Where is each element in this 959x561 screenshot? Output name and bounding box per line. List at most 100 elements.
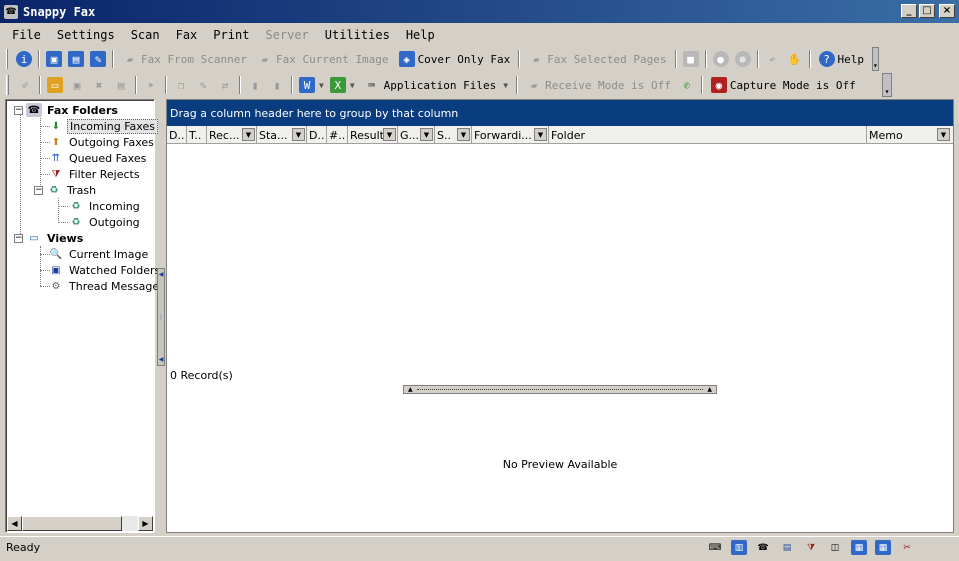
- filter-dropdown-icon[interactable]: ▼: [534, 128, 547, 141]
- tree-item-current-image[interactable]: 🔍 Current Image: [48, 246, 150, 262]
- tree-item-queued-faxes[interactable]: ⇈ Queued Faxes: [48, 150, 148, 166]
- tree-item-trash-outgoing[interactable]: ♻ Outgoing: [68, 214, 142, 230]
- tree-item-filter-rejects[interactable]: ⧩ Filter Rejects: [48, 166, 142, 182]
- print-icon[interactable]: ▤: [113, 77, 129, 93]
- fax-modem-icon[interactable]: ⌨: [707, 540, 723, 555]
- capture-mode-button[interactable]: ◉ Capture Mode is Off: [709, 74, 858, 96]
- column-header[interactable]: Result ▼: [348, 126, 398, 144]
- tree-item-watched-folders[interactable]: ▣ Watched Folders: [48, 262, 162, 278]
- open-folder-icon[interactable]: ▭: [47, 77, 63, 93]
- close-button[interactable]: ×: [939, 4, 955, 18]
- phone-icon[interactable]: ☎: [755, 540, 771, 555]
- menu-server[interactable]: Server: [263, 28, 310, 42]
- menu-utilities[interactable]: Utilities: [323, 28, 392, 42]
- column-header[interactable]: D..: [167, 126, 187, 144]
- column-header[interactable]: S.. ▼: [435, 126, 472, 144]
- scroll-left-icon[interactable]: ◀: [7, 516, 22, 531]
- move-icon[interactable]: ⇄: [217, 77, 233, 93]
- edit-icon[interactable]: ✎: [195, 77, 211, 93]
- word-icon[interactable]: W: [299, 77, 315, 93]
- scroll-thumb[interactable]: [22, 516, 122, 531]
- filter-status-icon[interactable]: ⧩: [803, 540, 819, 555]
- column-header[interactable]: Rec... ▼: [207, 126, 257, 144]
- column-header[interactable]: Sta... ▼: [257, 126, 307, 144]
- delete-icon[interactable]: ✖: [91, 77, 107, 93]
- excel-icon[interactable]: X: [329, 77, 346, 93]
- column-header[interactable]: Folder: [549, 126, 867, 144]
- filter-dropdown-icon[interactable]: ▼: [292, 128, 305, 141]
- fax-current-image-button[interactable]: ▰ Fax Current Image: [255, 48, 391, 70]
- page-icon[interactable]: ▮: [247, 77, 263, 93]
- server-icon[interactable]: ▦: [851, 540, 867, 555]
- box-icon[interactable]: ◫: [827, 540, 843, 555]
- sidebar-splitter[interactable]: ◀ ⋮ ◀: [157, 268, 165, 366]
- maximize-button[interactable]: □: [919, 4, 935, 18]
- word-dropdown-icon[interactable]: ▼: [319, 81, 324, 90]
- menu-settings[interactable]: Settings: [55, 28, 117, 42]
- save-icon[interactable]: ▣: [69, 77, 85, 93]
- title-bar: ☎ Snappy Fax _ □ ×: [0, 0, 959, 23]
- filter-dropdown-icon[interactable]: ▼: [383, 128, 396, 141]
- tree-node-views[interactable]: − ▭ Views: [14, 230, 85, 246]
- forward-icon[interactable]: ➤: [143, 77, 159, 93]
- folder-tree[interactable]: − ☎ Fax Folders ⬇ Incoming Faxes ⬆ Outgo…: [5, 99, 165, 533]
- application-files-button[interactable]: ⌨ Application Files ▼: [361, 74, 510, 96]
- menu-fax[interactable]: Fax: [174, 28, 200, 42]
- document-icon[interactable]: ▤: [779, 540, 795, 555]
- receive-settings-icon[interactable]: ✆: [679, 77, 695, 93]
- toolbar-grip[interactable]: [6, 49, 8, 69]
- menu-scan[interactable]: Scan: [129, 28, 162, 42]
- column-header[interactable]: T..: [187, 126, 207, 144]
- filter-dropdown-icon[interactable]: ▼: [242, 128, 255, 141]
- tree-node-fax-folders[interactable]: − ☎ Fax Folders: [14, 102, 120, 118]
- cover-only-fax-button[interactable]: ◈ Cover Only Fax: [397, 48, 513, 70]
- menu-help[interactable]: Help: [404, 28, 437, 42]
- group-by-bar[interactable]: Drag a column header here to group by th…: [167, 100, 953, 126]
- tree-node-trash[interactable]: − ♻ Trash: [34, 182, 98, 198]
- column-header[interactable]: Memo ▼: [867, 126, 951, 144]
- column-header[interactable]: D..: [307, 126, 327, 144]
- minimize-button[interactable]: _: [901, 4, 917, 18]
- scroll-right-icon[interactable]: ▶: [138, 516, 153, 531]
- sidebar-horizontal-scrollbar[interactable]: ◀ ▶: [7, 516, 153, 531]
- menu-file[interactable]: File: [10, 28, 43, 42]
- record-icon[interactable]: ●: [712, 51, 729, 67]
- undo-icon[interactable]: ↶: [765, 51, 781, 67]
- address-book-icon[interactable]: ▣: [46, 51, 62, 67]
- storage-icon[interactable]: ▦: [875, 540, 891, 555]
- menu-print[interactable]: Print: [211, 28, 251, 42]
- hand-icon[interactable]: ✋: [787, 51, 803, 67]
- pages-icon[interactable]: ▮: [269, 77, 285, 93]
- tree-item-thread-messages[interactable]: ⚙ Thread Messages: [48, 278, 167, 294]
- filter-dropdown-icon[interactable]: ▼: [457, 128, 470, 141]
- collapse-trash-icon[interactable]: −: [34, 185, 43, 195]
- edit-cover-icon[interactable]: ✎: [90, 51, 106, 67]
- info-icon[interactable]: i: [16, 51, 32, 67]
- database-icon[interactable]: ▥: [731, 540, 747, 555]
- fax-from-scanner-button[interactable]: ▰ Fax From Scanner: [120, 48, 249, 70]
- toolbar2-overflow-button[interactable]: ▾: [882, 73, 892, 97]
- receive-mode-button[interactable]: ▰ Receive Mode is Off: [524, 74, 673, 96]
- tree-item-trash-incoming[interactable]: ♻ Incoming: [68, 198, 142, 214]
- collapse-views-icon[interactable]: −: [14, 233, 23, 243]
- toolbar-grip-2[interactable]: [6, 75, 9, 95]
- tree-item-outgoing-faxes[interactable]: ⬆ Outgoing Faxes: [48, 134, 156, 150]
- stop-icon[interactable]: ■: [682, 51, 699, 67]
- column-header[interactable]: G... ▼: [398, 126, 435, 144]
- column-header[interactable]: Forwardi... ▼: [472, 126, 549, 144]
- filter-dropdown-icon[interactable]: ▼: [937, 128, 950, 141]
- filter-dropdown-icon[interactable]: ▼: [420, 128, 433, 141]
- tools-icon[interactable]: ✂: [899, 540, 915, 555]
- column-header[interactable]: #..: [327, 126, 348, 144]
- cancel-icon[interactable]: ⊗: [734, 51, 751, 67]
- tree-item-incoming-faxes[interactable]: ⬇ Incoming Faxes: [48, 118, 158, 134]
- phonebook-icon[interactable]: ▤: [68, 51, 84, 67]
- toolbar-overflow-button[interactable]: ▾: [872, 47, 879, 71]
- pen-icon[interactable]: ✐: [17, 77, 33, 93]
- fax-selected-pages-button[interactable]: ▰ Fax Selected Pages: [526, 48, 668, 70]
- excel-dropdown-icon[interactable]: ▼: [350, 81, 355, 90]
- preview-splitter[interactable]: ▲ ▲: [403, 385, 717, 394]
- copy-icon[interactable]: ❐: [173, 77, 189, 93]
- help-button[interactable]: ? Help: [817, 48, 867, 70]
- collapse-icon[interactable]: −: [14, 105, 23, 115]
